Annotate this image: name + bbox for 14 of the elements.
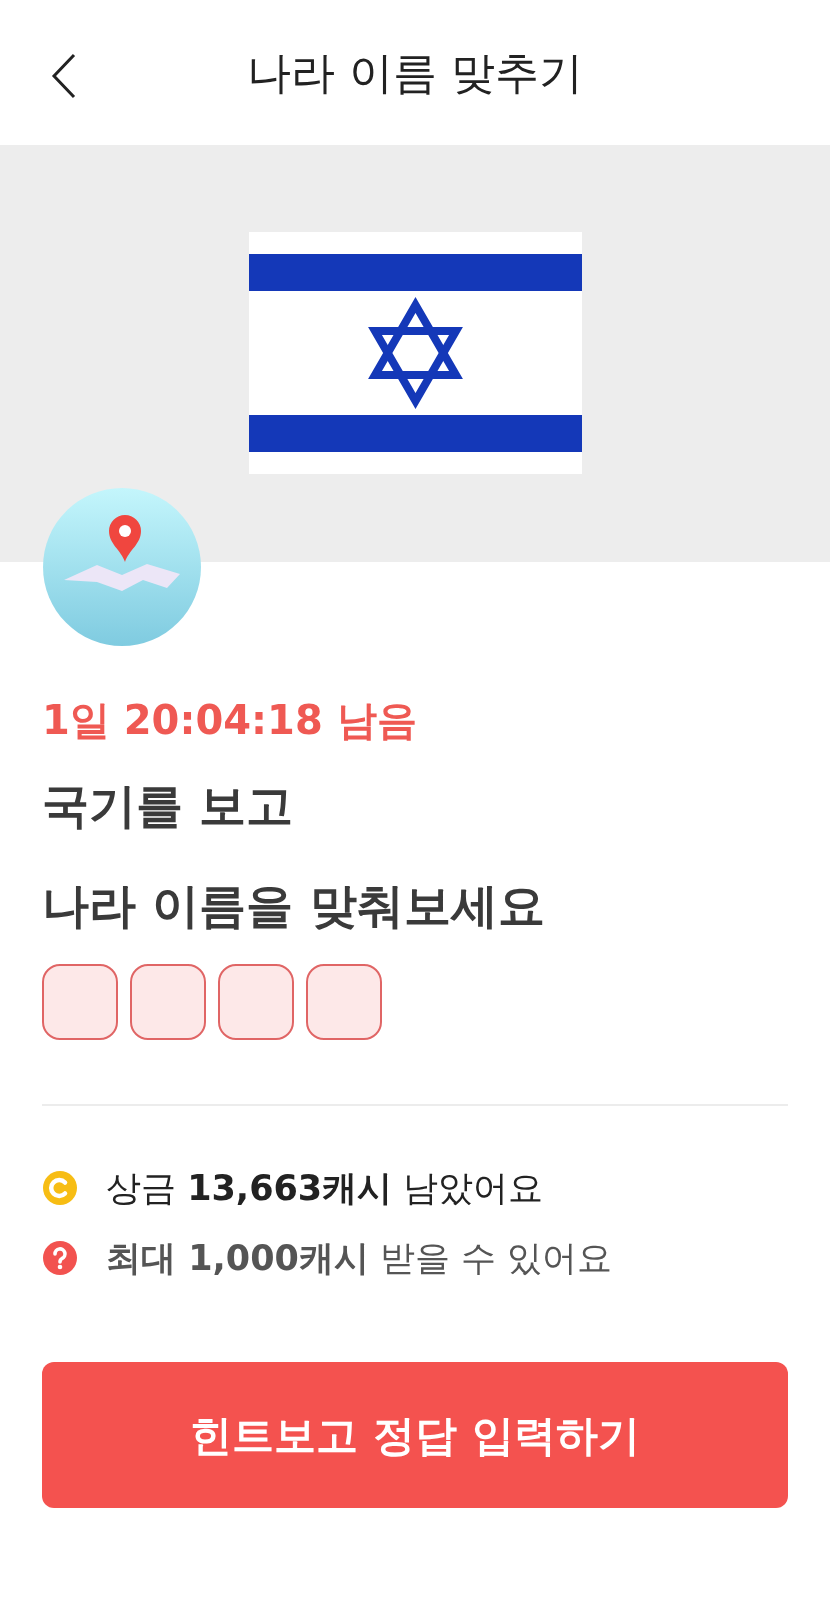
coin-icon xyxy=(42,1170,78,1206)
answer-slot[interactable] xyxy=(218,964,294,1040)
countdown-timer: 1일 20:04:18 남음 xyxy=(42,696,418,745)
answer-slot[interactable] xyxy=(306,964,382,1040)
answer-slot[interactable] xyxy=(130,964,206,1040)
submit-button[interactable]: 힌트보고 정답 입력하기 xyxy=(42,1362,788,1508)
page-title: 나라 이름 맞추기 xyxy=(247,45,583,100)
help-icon xyxy=(42,1240,78,1276)
back-icon xyxy=(51,52,77,100)
question-text: 나라 이름을 맞춰보세요 xyxy=(42,877,546,935)
answer-slot[interactable] xyxy=(42,964,118,1040)
question-text: 국기를 보고 xyxy=(42,777,295,835)
info-text: 최대 1,000캐시 받을 수 있어요 xyxy=(106,1237,613,1280)
info-text: 상금 13,663캐시 남았어요 xyxy=(106,1167,544,1210)
